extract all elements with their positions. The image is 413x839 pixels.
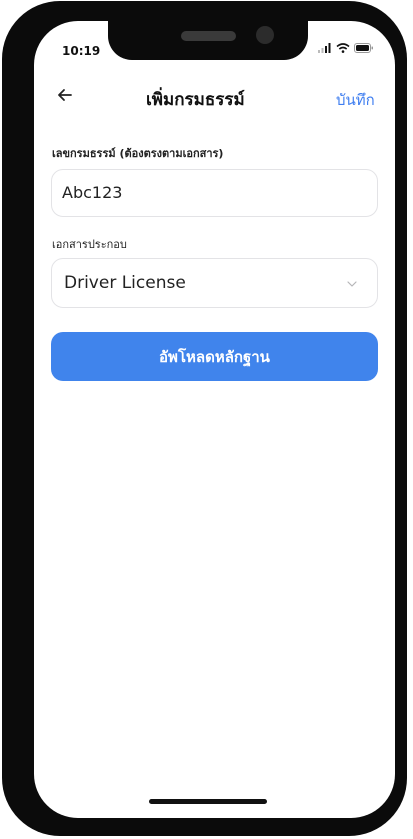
wifi-icon bbox=[336, 43, 350, 53]
upload-evidence-button[interactable]: อัพโหลดหลักฐาน bbox=[51, 332, 378, 381]
document-type-label: เอกสารประกอบ bbox=[52, 238, 127, 251]
policy-number-label: เลขกรมธรรม์ (ต้องตรงตามเอกสาร) bbox=[52, 147, 224, 160]
back-button[interactable] bbox=[54, 84, 76, 106]
cellular-signal-icon bbox=[318, 43, 331, 53]
phone-frame bbox=[2, 1, 407, 836]
save-button[interactable]: บันทึก bbox=[336, 88, 375, 112]
document-type-select[interactable]: Driver License bbox=[51, 258, 378, 308]
status-time: 10:19 bbox=[62, 44, 101, 58]
chevron-down-icon bbox=[347, 281, 357, 287]
speaker-grille bbox=[181, 31, 236, 41]
policy-number-input[interactable]: Abc123 bbox=[51, 169, 378, 217]
home-indicator[interactable] bbox=[149, 799, 267, 804]
front-camera bbox=[256, 26, 274, 44]
upload-evidence-label: อัพโหลดหลักฐาน bbox=[159, 347, 270, 366]
app-screen bbox=[34, 21, 395, 818]
policy-number-value: Abc123 bbox=[62, 183, 123, 202]
battery-icon bbox=[354, 43, 373, 53]
page-title: เพิ่มกรมธรรม์ bbox=[146, 90, 245, 110]
arrow-left-icon bbox=[58, 89, 72, 101]
document-type-value: Driver License bbox=[64, 273, 186, 293]
status-icons bbox=[318, 43, 374, 53]
